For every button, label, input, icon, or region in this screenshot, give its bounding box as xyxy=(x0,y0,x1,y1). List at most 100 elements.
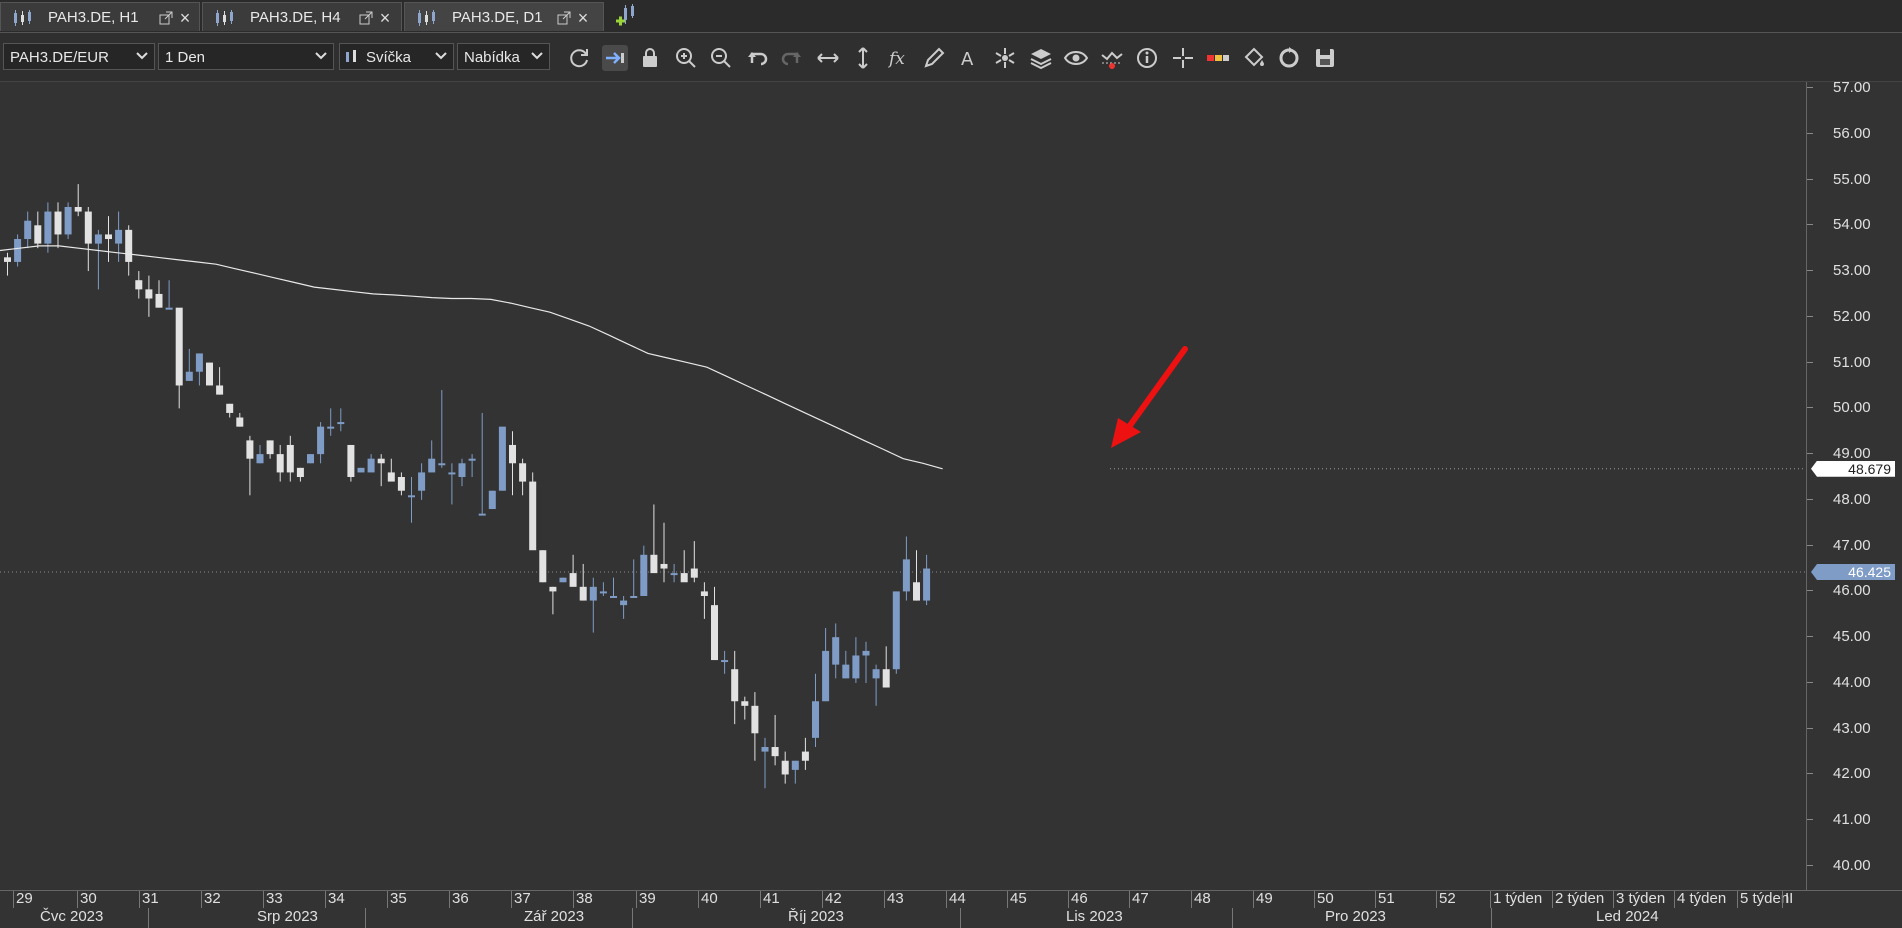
candle-body xyxy=(347,444,355,477)
candle-body xyxy=(408,495,415,498)
price-side-value: Nabídka xyxy=(464,49,520,66)
price-axis[interactable]: 57.00 56.00 55.00 54.00 53.00 52.00 51.00 50.00… xyxy=(1806,79,1902,890)
time-axis[interactable]: 29 30 31 32 33 34 35 36 37 38 39 40 41 42 43 44 45 46 47 48… xyxy=(0,890,1902,928)
week-label: 34 xyxy=(328,890,345,907)
week-label: 43 xyxy=(887,890,904,907)
horizontal-resize-icon[interactable] xyxy=(815,45,841,71)
current-price-badge: 46.425 xyxy=(1811,563,1895,580)
price-tick: 57.00 xyxy=(1807,79,1902,97)
price-tick-label: 51.00 xyxy=(1833,353,1871,371)
week-label: 41 xyxy=(763,890,780,907)
tab-label: PAH3.DE, H4 xyxy=(250,9,341,26)
price-tick: 47.00 xyxy=(1807,537,1902,555)
tab-bar: PAH3.DE, H1 × PAH3.DE, H4 × PAH3.DE, D1 … xyxy=(0,0,1902,33)
color-bar-icon[interactable] xyxy=(1205,45,1231,71)
info-icon[interactable] xyxy=(1134,45,1160,71)
price-chart[interactable] xyxy=(0,82,1806,890)
chart-type-select[interactable]: Svíčka xyxy=(339,43,454,70)
candle-body xyxy=(468,458,476,461)
undo-icon[interactable] xyxy=(744,45,770,71)
symbol-select[interactable]: PAH3.DE/EUR xyxy=(3,43,155,70)
week-tick xyxy=(822,891,823,908)
cursor-cross-icon[interactable] xyxy=(1170,45,1196,71)
candle-body xyxy=(610,595,617,598)
crosshair-star-icon[interactable] xyxy=(992,45,1018,71)
candle-body xyxy=(226,403,234,413)
timeframe-select[interactable]: 1 Den xyxy=(158,43,334,70)
week-label: 47 xyxy=(1132,890,1149,907)
candle-body xyxy=(14,239,22,262)
week-label: 29 xyxy=(16,890,33,907)
week-label: 36 xyxy=(452,890,469,907)
candle-body xyxy=(791,760,799,770)
popout-icon[interactable] xyxy=(556,10,572,26)
week-tick xyxy=(1129,891,1130,908)
candle-body xyxy=(478,513,486,516)
month-separator xyxy=(365,908,366,928)
candle-body xyxy=(317,426,325,455)
month-separator xyxy=(1491,908,1492,928)
week-tick xyxy=(636,891,637,908)
layers-icon[interactable] xyxy=(1028,45,1054,71)
annotation-arrow-shaft xyxy=(1123,346,1188,434)
candle-body xyxy=(731,669,739,702)
close-icon[interactable]: × xyxy=(575,9,591,27)
tab-pah3-d1[interactable]: PAH3.DE, D1 × xyxy=(404,2,604,31)
candle-body xyxy=(246,440,254,459)
candle-body xyxy=(690,568,698,578)
candle-body xyxy=(155,293,163,308)
price-tick: 53.00 xyxy=(1807,262,1902,280)
candle-body xyxy=(34,225,42,244)
redo-icon[interactable] xyxy=(779,45,805,71)
price-tick-label: 45.00 xyxy=(1833,628,1871,646)
price-side-select[interactable]: Nabídka xyxy=(457,43,550,70)
candle-body xyxy=(761,747,769,752)
week-tick xyxy=(201,891,202,908)
zoom-in-icon[interactable] xyxy=(673,45,699,71)
week-tick xyxy=(946,891,947,908)
refresh-icon[interactable] xyxy=(566,45,592,71)
popout-icon[interactable] xyxy=(358,10,374,26)
zoom-out-icon[interactable] xyxy=(708,45,734,71)
candlestick-icon xyxy=(216,10,233,26)
week-tick xyxy=(139,891,140,908)
week-tick xyxy=(1436,891,1437,908)
week-label: 33 xyxy=(266,890,283,907)
vertical-resize-icon[interactable] xyxy=(850,45,876,71)
autoscroll-icon[interactable] xyxy=(601,45,628,71)
week-label: 44 xyxy=(949,890,966,907)
text-tool-icon[interactable]: A xyxy=(957,45,983,71)
close-icon[interactable]: × xyxy=(377,9,393,27)
eye-icon[interactable] xyxy=(1063,45,1089,71)
alerts-icon[interactable] xyxy=(1099,45,1125,71)
week-label: 1 týden xyxy=(1493,890,1543,907)
candle-body xyxy=(872,669,880,679)
pencil-draw-icon[interactable] xyxy=(921,45,947,71)
price-tick: 44.00 xyxy=(1807,674,1902,692)
lock-icon[interactable] xyxy=(637,45,663,71)
month-label: Čvc 2023 xyxy=(40,908,104,925)
candle-body xyxy=(529,481,537,551)
price-tick: 40.00 xyxy=(1807,857,1902,875)
candle-body xyxy=(589,586,597,601)
week-label: 45 xyxy=(1010,890,1027,907)
indicators-fx-icon[interactable]: fx xyxy=(886,45,912,71)
candle-body xyxy=(54,211,62,235)
annotation-arrow-head xyxy=(1111,418,1141,448)
candle-body xyxy=(680,573,688,583)
week-tick xyxy=(573,891,574,908)
popout-icon[interactable] xyxy=(158,10,174,26)
week-label: 40 xyxy=(701,890,718,907)
tab-pah3-h4[interactable]: PAH3.DE, H4 × xyxy=(202,2,402,31)
price-tick-label: 50.00 xyxy=(1833,399,1871,417)
save-icon[interactable] xyxy=(1312,45,1338,71)
candle-body xyxy=(498,426,506,491)
candle-body xyxy=(640,554,648,596)
add-chart-icon[interactable] xyxy=(614,4,640,28)
paint-bucket-icon[interactable] xyxy=(1241,45,1267,71)
candle-body xyxy=(842,664,850,679)
candle-body xyxy=(105,234,112,240)
close-icon[interactable]: × xyxy=(177,9,193,27)
tab-pah3-h1[interactable]: PAH3.DE, H1 × xyxy=(0,2,200,31)
reload-icon[interactable] xyxy=(1276,45,1302,71)
